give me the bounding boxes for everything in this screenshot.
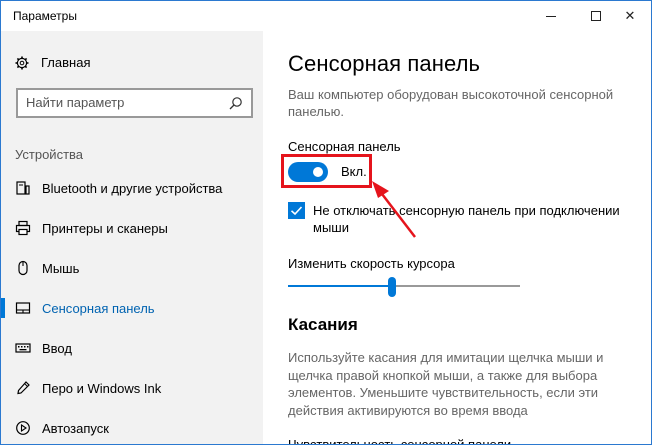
sensitivity-label: Чувствительность сенсорной панели [288,437,512,445]
sidebar-item-printers[interactable]: Принтеры и сканеры [1,208,263,248]
page-description: Ваш компьютер оборудован высокоточной се… [288,87,614,119]
slider-track-empty [392,285,520,287]
sidebar-item-label: Bluetooth и другие устройства [42,180,223,196]
cursor-speed-label: Изменить скорость курсора [288,256,455,271]
minimize-icon [546,15,556,17]
printer-icon [15,220,31,236]
search-icon[interactable] [229,96,243,110]
toggle-knob [313,167,323,177]
title-bar: Параметры ✕ [1,1,651,31]
cursor-speed-slider[interactable] [288,277,520,297]
touchpad-icon [15,300,31,316]
page-title: Сенсорная панель [288,51,481,76]
maximize-icon [591,11,601,21]
section-label-devices: Устройства [15,147,84,162]
toggle-state-text: Вкл. [341,164,367,179]
touchpad-toggle[interactable] [288,162,328,182]
search-input[interactable] [26,95,226,110]
checkmark-icon [290,206,303,216]
sidebar-item-pen[interactable]: Перо и Windows Ink [1,368,263,408]
close-icon: ✕ [624,8,636,23]
autoplay-icon [15,420,31,436]
taps-heading: Касания [288,315,358,334]
active-indicator [1,298,5,318]
sidebar-item-label: Принтеры и сканеры [42,220,168,236]
minimize-button[interactable] [529,1,573,31]
sidebar-item-label: Перо и Windows Ink [42,380,162,396]
touchpad-toggle-label: Сенсорная панель [288,139,401,154]
main-content: Сенсорная панель Ваш компьютер оборудова… [263,31,651,445]
keep-touchpad-checkbox[interactable] [288,202,305,219]
bluetooth-device-icon [15,180,31,196]
sidebar-home[interactable]: Главная [15,55,90,70]
sidebar-item-label: Автозапуск [42,420,109,436]
settings-window: Параметры ✕ Главная Найти параметр Устро… [0,0,652,445]
slider-track-filled [288,285,392,287]
sidebar-item-autoplay[interactable]: Автозапуск [1,408,263,444]
search-box[interactable] [16,88,253,118]
home-label: Главная [41,55,91,70]
sidebar: Главная Устройства Bluetooth и другие ус… [1,31,263,444]
sidebar-item-label: Ввод [42,340,72,356]
sidebar-item-label: Сенсорная панель [42,300,155,316]
window-title: Параметры [13,9,77,23]
mouse-icon [15,260,31,276]
keep-touchpad-checkbox-label: Не отключать сенсорную панель при подклю… [313,203,620,235]
sidebar-item-mouse[interactable]: Мышь [1,248,263,288]
slider-thumb[interactable] [388,277,396,297]
sidebar-item-touchpad[interactable]: Сенсорная панель [1,288,263,328]
pen-icon [15,380,31,396]
keyboard-icon [15,340,31,356]
sidebar-item-typing[interactable]: Ввод [1,328,263,368]
sidebar-item-label: Мышь [42,260,80,276]
gear-icon [15,56,29,70]
taps-description: Используйте касания для имитации щелчка … [288,350,604,418]
sidebar-item-bluetooth[interactable]: Bluetooth и другие устройства [1,168,263,208]
close-button[interactable]: ✕ [608,1,651,31]
